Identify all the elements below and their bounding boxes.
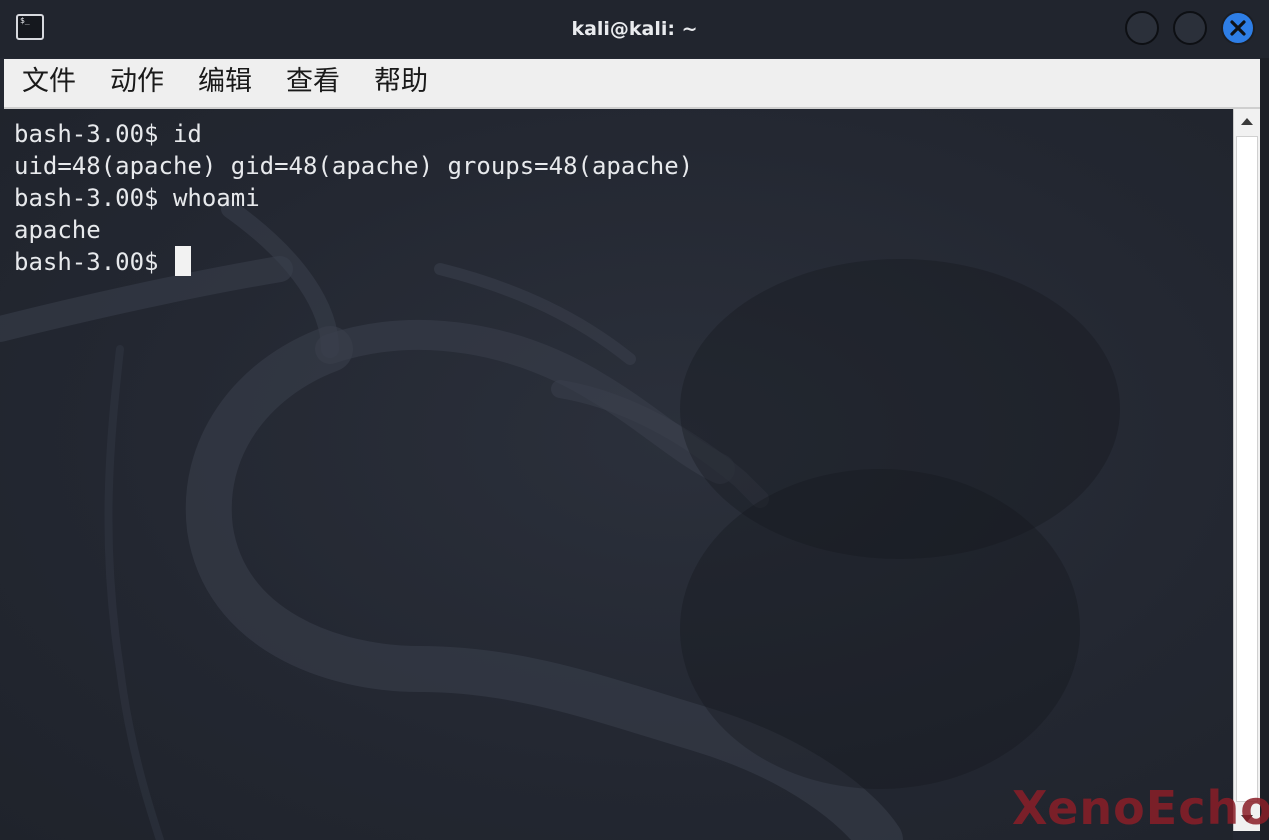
menu-file[interactable]: 文件 <box>22 59 76 107</box>
terminal-prompt: bash-3.00$ <box>14 248 159 276</box>
terminal-icon[interactable]: $_ <box>16 14 44 40</box>
menu-actions[interactable]: 动作 <box>110 59 164 107</box>
arrow-up-icon <box>1241 118 1253 125</box>
terminal-prompt-line: bash-3.00$ <box>14 246 693 278</box>
scroll-up-button[interactable] <box>1234 109 1260 135</box>
terminal-output-area[interactable]: bash-3.00$ id uid=48(apache) gid=48(apach… <box>0 109 1233 840</box>
text-cursor <box>174 246 191 276</box>
window-title: kali@kali: ~ <box>571 18 698 40</box>
minimize-button[interactable] <box>1125 11 1159 45</box>
window-border <box>1260 58 1269 840</box>
terminal-line: bash-3.00$ id <box>14 120 202 148</box>
vertical-scrollbar[interactable] <box>1233 109 1260 831</box>
terminal-line: uid=48(apache) gid=48(apache) groups=48(… <box>14 152 694 180</box>
menu-bar: 文件 动作 编辑 查看 帮助 <box>4 59 1260 109</box>
maximize-button[interactable] <box>1173 11 1207 45</box>
menu-help[interactable]: 帮助 <box>374 59 428 107</box>
terminal-line: bash-3.00$ whoami <box>14 184 260 212</box>
close-icon <box>1230 20 1246 36</box>
watermark: XenoEcho <box>1012 781 1269 835</box>
menu-edit[interactable]: 编辑 <box>198 59 252 107</box>
title-bar[interactable]: kali@kali: ~ $_ <box>0 0 1269 58</box>
terminal-line: apache <box>14 216 101 244</box>
terminal-text: bash-3.00$ id uid=48(apache) gid=48(apach… <box>14 118 693 278</box>
close-button[interactable] <box>1221 11 1255 45</box>
scrollbar-thumb[interactable] <box>1236 136 1258 802</box>
menu-view[interactable]: 查看 <box>286 59 340 107</box>
terminal-window: kali@kali: ~ $_ 文件 动作 编辑 查看 帮助 bash-3.00… <box>0 0 1269 840</box>
